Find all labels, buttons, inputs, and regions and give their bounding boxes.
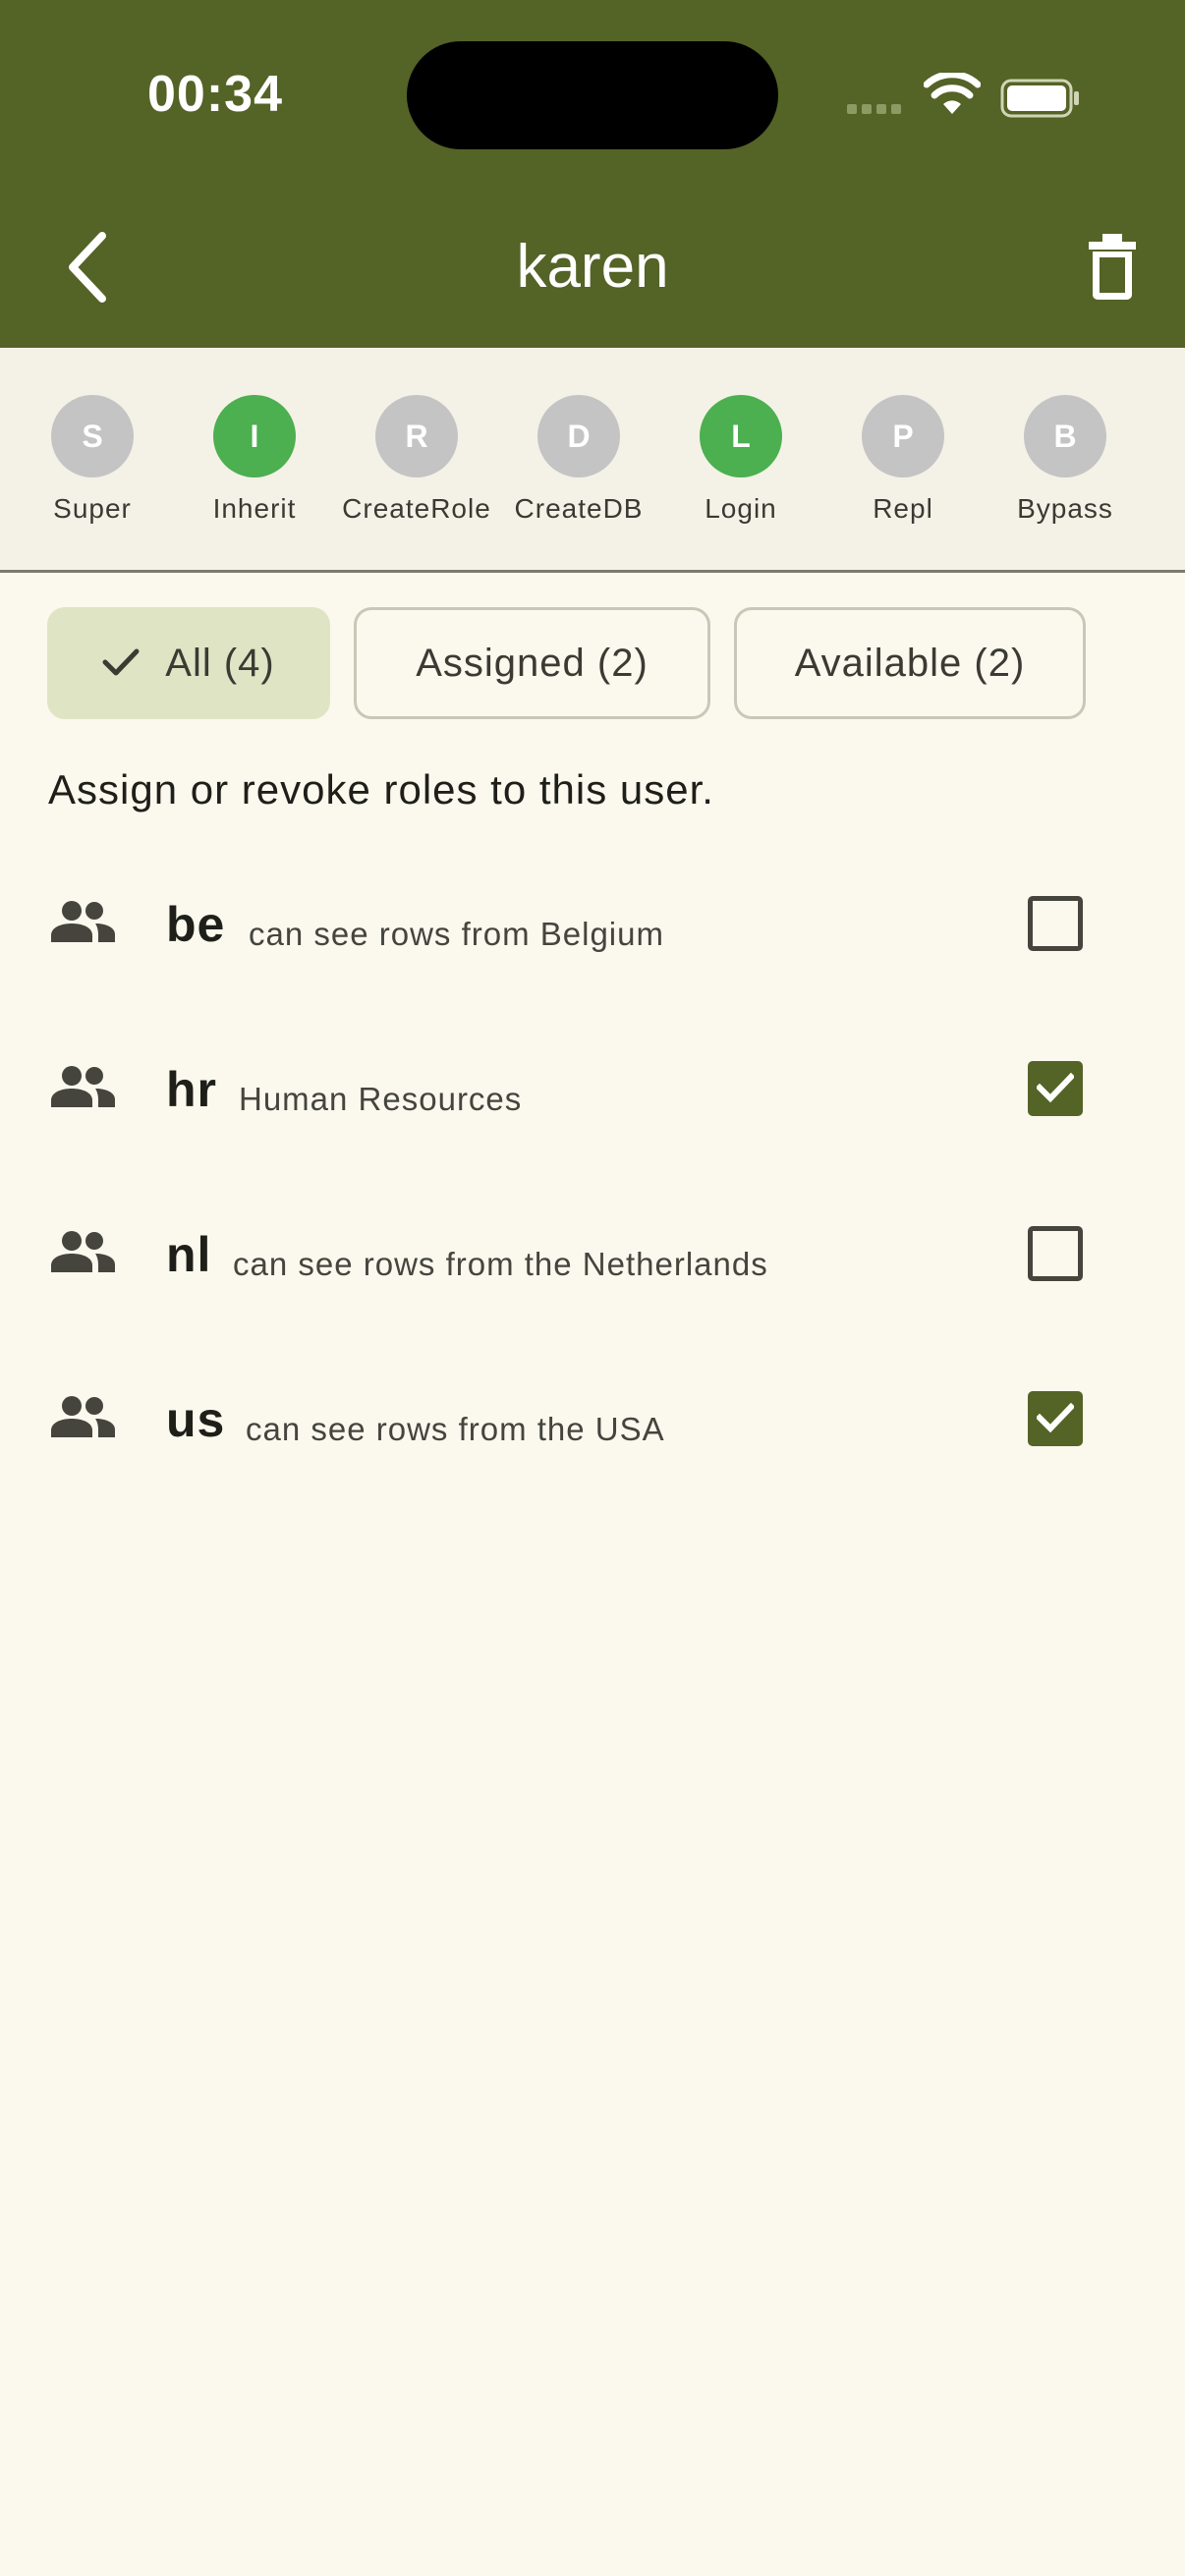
filter-chip-label: Assigned (2) — [416, 642, 649, 685]
role-row-nl[interactable]: nl can see rows from the Netherlands — [0, 1177, 1185, 1342]
attribute-bypass: B Bypass — [987, 395, 1144, 525]
role-row-hr[interactable]: hr Human Resources — [0, 1012, 1185, 1177]
role-description: can see rows from Belgium — [249, 916, 664, 952]
page-title: karen — [516, 233, 669, 301]
role-name: be — [166, 897, 226, 952]
attribute-badge: L — [700, 395, 782, 477]
group-icon — [51, 1396, 115, 1437]
attribute-login: L Login — [662, 395, 819, 525]
role-checkbox[interactable] — [1028, 1226, 1083, 1281]
attribute-badge: P — [862, 395, 944, 477]
role-attributes-strip: S Super I Inherit R CreateRole D CreateD… — [0, 348, 1185, 573]
filter-chip-label: All (4) — [165, 642, 275, 685]
top-app-bar: 00:34 karen — [0, 0, 1185, 348]
group-icon — [51, 1231, 115, 1272]
attribute-badge: D — [537, 395, 620, 477]
attribute-label: Inherit — [212, 493, 297, 524]
attribute-label: CreateRole — [342, 493, 491, 524]
checkmark-icon — [1037, 1402, 1074, 1433]
role-name: us — [166, 1392, 226, 1447]
group-icon — [51, 901, 115, 942]
trash-icon[interactable] — [1085, 234, 1140, 301]
role-description: can see rows from the USA — [246, 1411, 665, 1447]
battery-icon — [1000, 79, 1079, 118]
filter-chip-assigned[interactable]: Assigned (2) — [354, 607, 710, 719]
filter-chip-label: Available (2) — [794, 642, 1026, 685]
attribute-label: CreateDB — [514, 493, 644, 524]
attribute-label: Login — [705, 493, 777, 524]
attribute-label: Super — [53, 493, 132, 524]
role-row-be[interactable]: be can see rows from Belgium — [0, 847, 1185, 1012]
role-name: nl — [166, 1227, 212, 1282]
attribute-super: S Super — [14, 395, 171, 525]
role-description: Human Resources — [239, 1081, 523, 1117]
attribute-label: Bypass — [1017, 493, 1113, 524]
role-name: hr — [166, 1062, 217, 1117]
attribute-badge: S — [51, 395, 134, 477]
role-description: can see rows from the Netherlands — [233, 1246, 768, 1282]
attribute-badge: I — [213, 395, 296, 477]
attribute-createrole: R CreateRole — [338, 395, 495, 525]
role-checkbox[interactable] — [1028, 1391, 1083, 1446]
attribute-inherit: I Inherit — [176, 395, 333, 525]
attribute-repl: P Repl — [824, 395, 982, 525]
attribute-badge: B — [1024, 395, 1106, 477]
role-checkbox[interactable] — [1028, 896, 1083, 951]
role-checkbox[interactable] — [1028, 1061, 1083, 1116]
dynamic-island — [407, 41, 778, 149]
group-icon — [51, 1066, 115, 1107]
filter-chip-available[interactable]: Available (2) — [734, 607, 1086, 719]
role-row-us[interactable]: us can see rows from the USA — [0, 1342, 1185, 1507]
instruction-text: Assign or revoke roles to this user. — [48, 766, 714, 812]
attribute-createdb: D CreateDB — [500, 395, 657, 525]
attribute-badge: R — [375, 395, 458, 477]
attribute-label: Repl — [873, 493, 933, 524]
checkmark-icon — [1037, 1072, 1074, 1103]
status-time: 00:34 — [147, 66, 283, 123]
wifi-icon — [924, 73, 981, 114]
check-icon — [102, 648, 140, 676]
filter-chip-all[interactable]: All (4) — [47, 607, 330, 719]
